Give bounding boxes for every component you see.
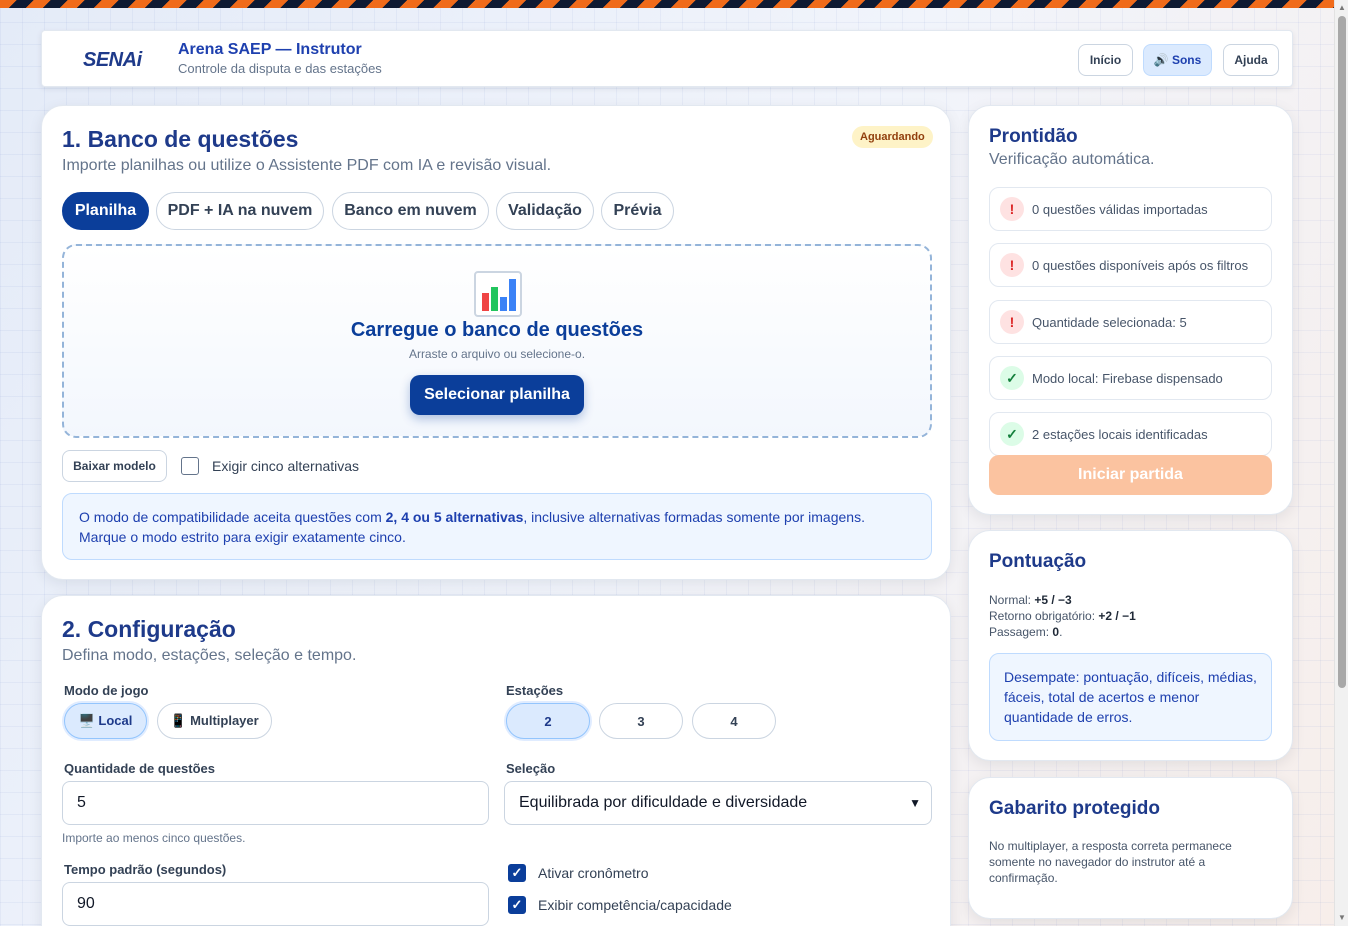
quantity-label: Quantidade de questões <box>64 761 215 776</box>
readiness-subtitle: Verificação automática. <box>989 151 1155 168</box>
tab-previa[interactable]: Prévia <box>601 192 674 230</box>
dropzone-title: Carregue o banco de questões <box>350 319 644 341</box>
app-subtitle: Controle da disputa e das estações <box>178 61 382 76</box>
configuration-subtitle: Defina modo, estações, seleção e tempo. <box>62 647 357 664</box>
scoring-card: Pontuação Normal: +5 / −3 Retorno obriga… <box>968 530 1293 761</box>
scroll-up-icon[interactable]: ▲ <box>1338 4 1346 12</box>
require-five-label: Exigir cinco alternativas <box>212 458 360 474</box>
top-hazard-stripe <box>0 0 1334 8</box>
sounds-button[interactable]: 🔊 Sons <box>1143 44 1212 76</box>
warning-icon: ! <box>1000 197 1024 221</box>
mode-local-button[interactable]: 🖥️ Local <box>64 703 147 739</box>
scoring-title: Pontuação <box>989 551 1087 572</box>
check-icon: ✓ <box>1000 422 1024 446</box>
readiness-item: ! 0 questões válidas importadas <box>989 187 1272 231</box>
readiness-item-text: 0 questões disponíveis após os filtros <box>1032 258 1249 273</box>
chevron-down-icon: ▼ <box>909 796 921 810</box>
stations-4-button[interactable]: 4 <box>692 703 776 739</box>
tab-planilha[interactable]: Planilha <box>62 192 149 230</box>
competence-checkbox[interactable]: ✓ <box>508 896 526 914</box>
protected-answers-card: Gabarito protegido No multiplayer, a res… <box>968 777 1293 919</box>
warning-icon: ! <box>1000 310 1024 334</box>
time-label: Tempo padrão (segundos) <box>64 862 227 877</box>
question-bank-subtitle: Importe planilhas ou utilize o Assistent… <box>62 157 552 174</box>
require-five-checkbox[interactable] <box>181 457 199 475</box>
scoring-pass: Passagem: 0. <box>989 625 1063 639</box>
info-text-pre: O modo de compatibilidade aceita questõe… <box>79 509 386 525</box>
selection-select[interactable]: Equilibrada por dificuldade e diversidad… <box>504 781 932 825</box>
readiness-item: ✓ 2 estações locais identificadas <box>989 412 1272 456</box>
readiness-item: ✓ Modo local: Firebase dispensado <box>989 356 1272 400</box>
quantity-hint: Importe ao menos cinco questões. <box>62 831 246 845</box>
tiebreak-info: Desempate: pontuação, difíceis, médias, … <box>989 653 1272 741</box>
warning-icon: ! <box>1000 253 1024 277</box>
stations-2-button[interactable]: 2 <box>506 703 590 739</box>
dropzone-subtitle: Arraste o arquivo ou selecione-o. <box>408 347 586 361</box>
game-mode-label: Modo de jogo <box>64 683 149 698</box>
bar-chart-icon <box>474 271 522 317</box>
readiness-item-text: Quantidade selecionada: 5 <box>1032 315 1187 330</box>
timer-checkbox[interactable]: ✓ <box>508 864 526 882</box>
readiness-title: Prontidão <box>989 126 1078 147</box>
download-template-button[interactable]: Baixar modelo <box>62 450 167 482</box>
scrollbar-thumb[interactable] <box>1338 16 1346 688</box>
file-dropzone[interactable]: Carregue o banco de questões Arraste o a… <box>62 244 932 438</box>
select-spreadsheet-button[interactable]: Selecionar planilha <box>410 375 584 415</box>
readiness-item: ! 0 questões disponíveis após os filtros <box>989 243 1272 287</box>
start-match-button[interactable]: Iniciar partida <box>989 455 1272 495</box>
configuration-title: 2. Configuração <box>62 616 236 642</box>
protected-answers-title: Gabarito protegido <box>989 798 1160 819</box>
stations-3-button[interactable]: 3 <box>599 703 683 739</box>
readiness-item-text: 2 estações locais identificadas <box>1032 427 1208 442</box>
protected-answers-text: No multiplayer, a resposta correta perma… <box>989 839 1232 885</box>
competence-label: Exibir competência/capacidade <box>538 897 732 913</box>
selection-label: Seleção <box>506 761 556 776</box>
stations-label: Estações <box>506 683 564 698</box>
time-input[interactable]: 90 <box>62 882 489 926</box>
app-title: Arena SAEP — Instrutor <box>178 41 362 58</box>
configuration-card: 2. Configuração Defina modo, estações, s… <box>41 595 951 926</box>
senai-logo: SENAi <box>83 49 142 71</box>
quantity-input[interactable]: 5 <box>62 781 489 825</box>
scoring-normal: Normal: +5 / −3 <box>989 593 1072 607</box>
page-scrollbar[interactable]: ▲ ▼ <box>1334 0 1348 926</box>
app-header: SENAi Arena SAEP — Instrutor Controle da… <box>41 30 1293 87</box>
mode-multiplayer-button[interactable]: 📱 Multiplayer <box>157 703 272 739</box>
info-text-bold: 2, 4 ou 5 alternativas <box>385 509 524 525</box>
question-bank-card: 1. Banco de questões Importe planilhas o… <box>41 105 951 580</box>
tab-validacao[interactable]: Validação <box>496 192 594 230</box>
tab-banco-nuvem[interactable]: Banco em nuvem <box>332 192 489 230</box>
help-button[interactable]: Ajuda <box>1223 44 1279 76</box>
readiness-item-text: 0 questões válidas importadas <box>1032 202 1208 217</box>
compatibility-info: O modo de compatibilidade aceita questõe… <box>62 493 932 560</box>
home-button[interactable]: Início <box>1078 44 1133 76</box>
check-icon: ✓ <box>1000 366 1024 390</box>
readiness-item: ! Quantidade selecionada: 5 <box>989 300 1272 344</box>
status-badge: Aguardando <box>852 126 933 148</box>
readiness-item-text: Modo local: Firebase dispensado <box>1032 371 1223 386</box>
scoring-return: Retorno obrigatório: +2 / −1 <box>989 609 1136 623</box>
timer-label: Ativar cronômetro <box>538 865 649 881</box>
selection-value: Equilibrada por dificuldade e diversidad… <box>519 794 808 811</box>
readiness-card: Prontidão Verificação automática. ! 0 qu… <box>968 105 1293 515</box>
tab-pdf-ia[interactable]: PDF + IA na nuvem <box>156 192 324 230</box>
question-bank-title: 1. Banco de questões <box>62 126 299 152</box>
scroll-down-icon[interactable]: ▼ <box>1338 914 1346 922</box>
